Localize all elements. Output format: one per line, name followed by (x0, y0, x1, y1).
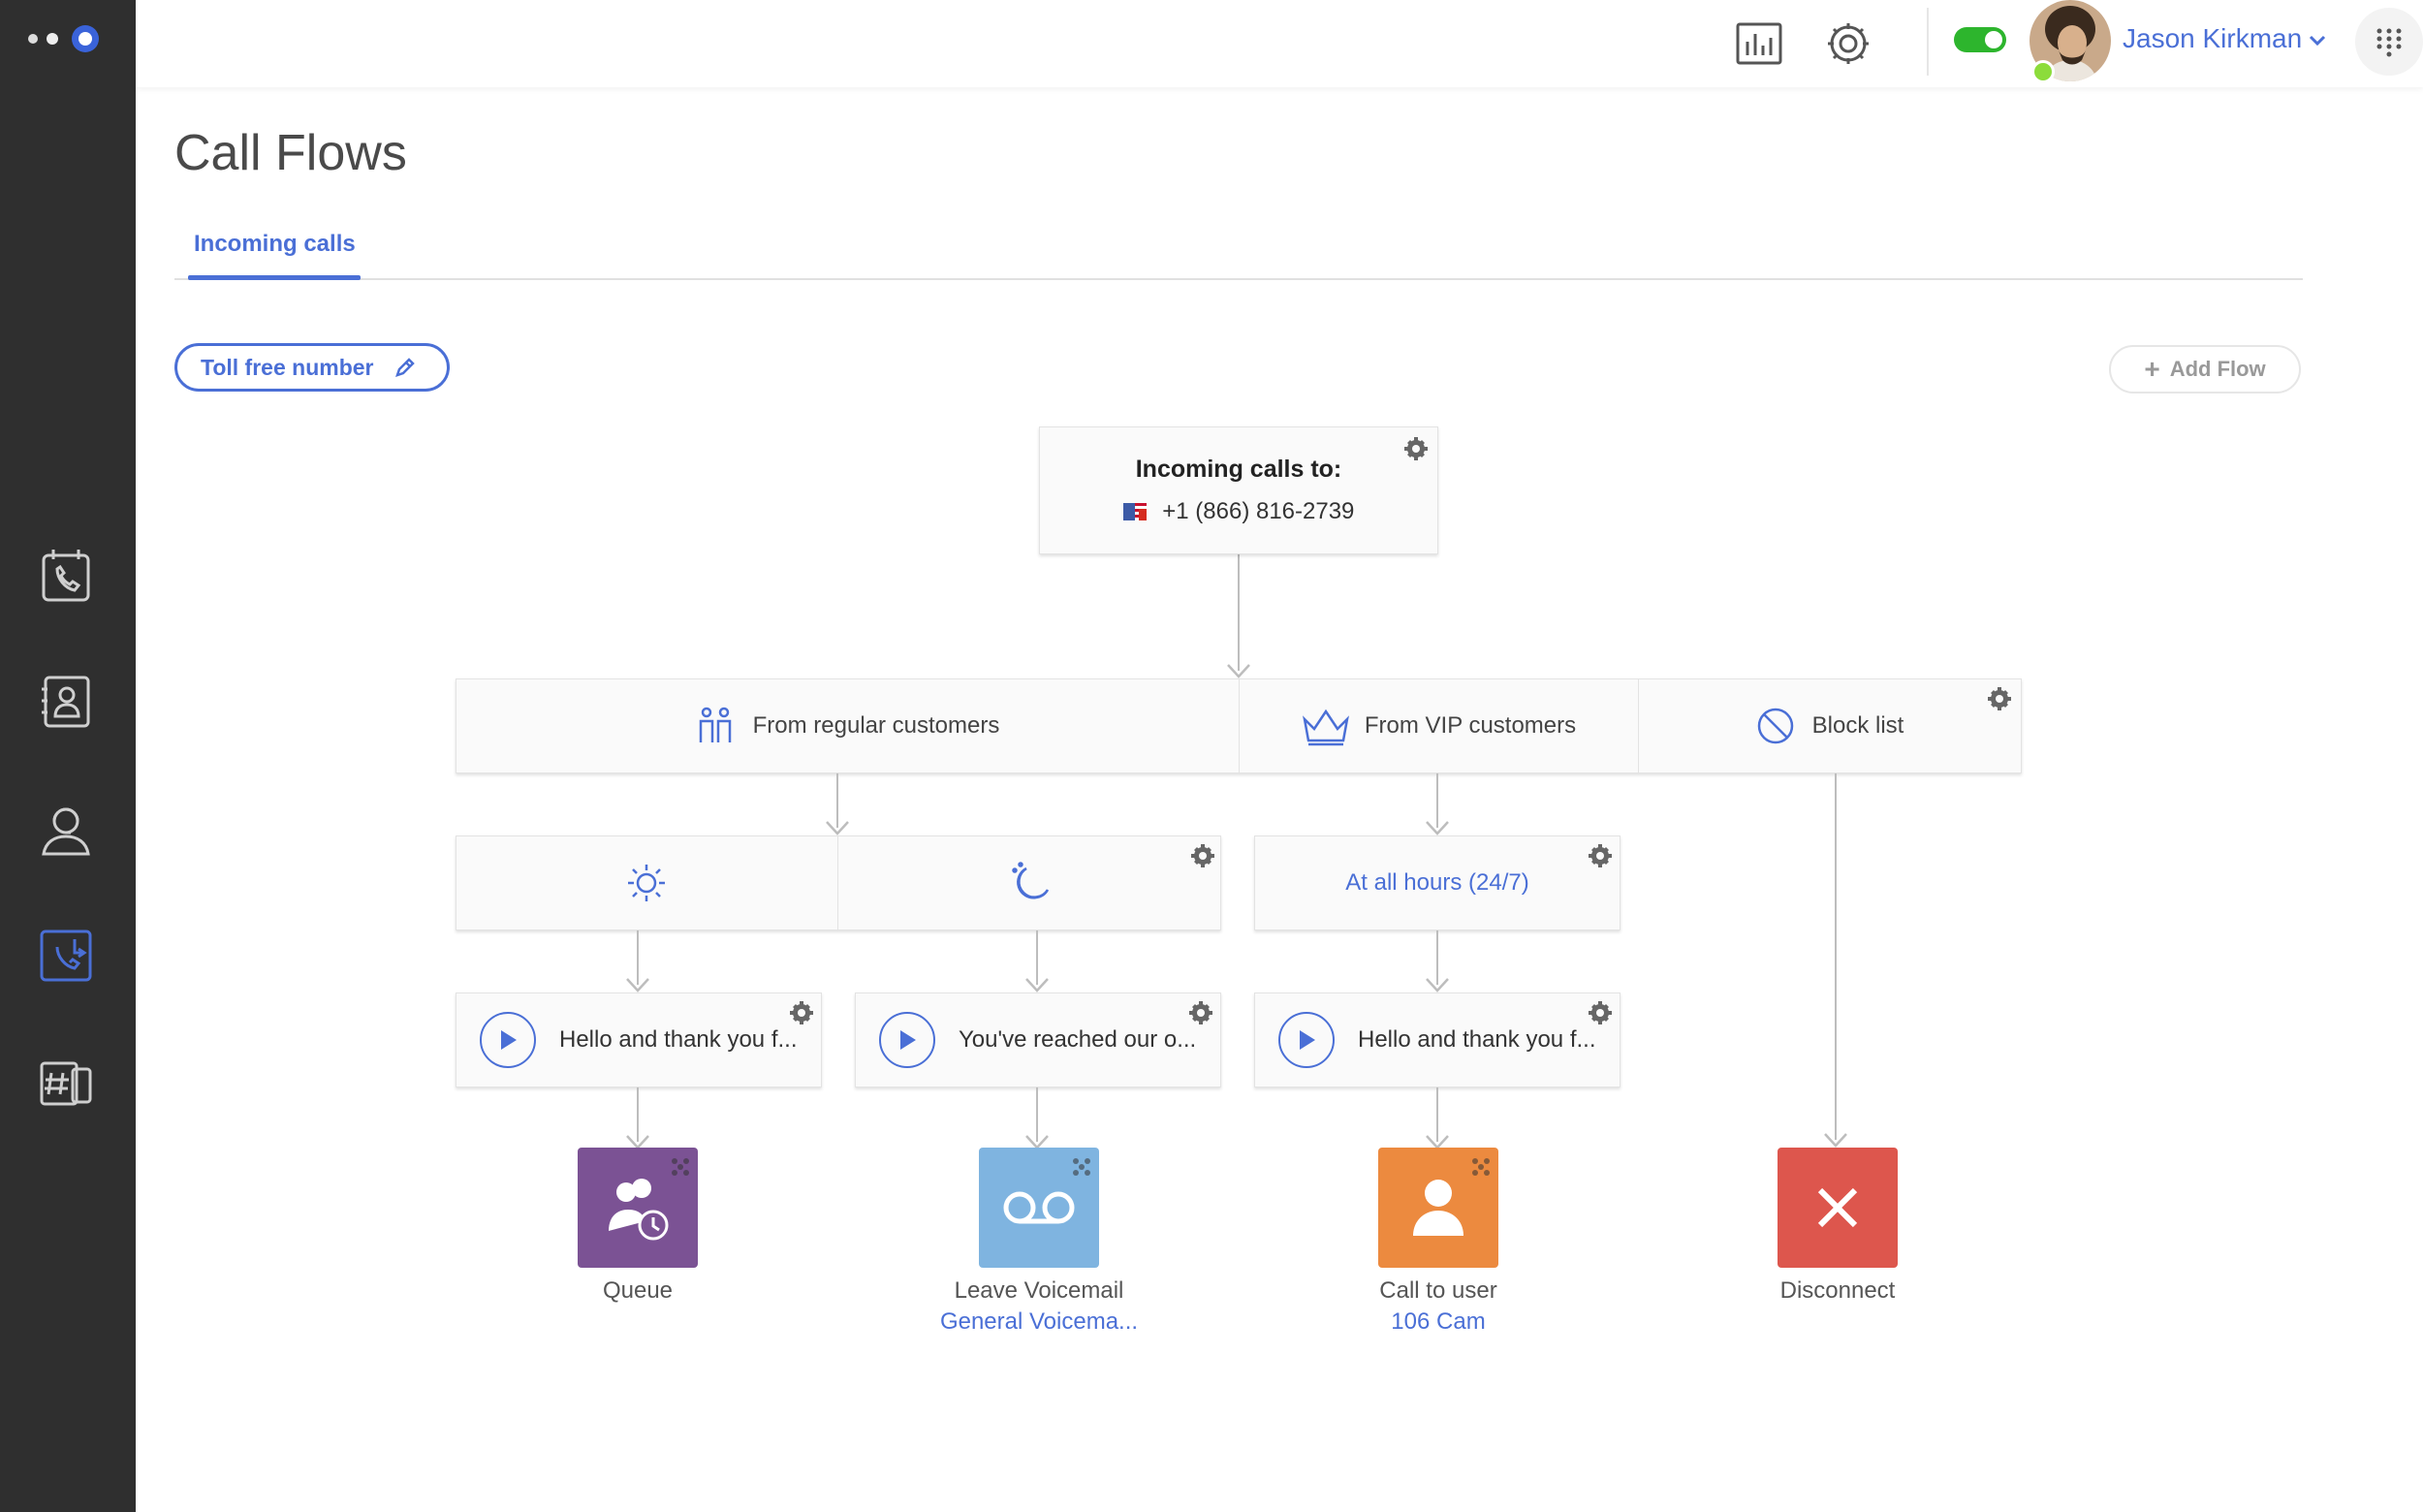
online-status-dot (2031, 60, 2055, 83)
schedule-label: At all hours (24/7) (1345, 869, 1529, 896)
nav-agents-icon[interactable] (29, 793, 103, 866)
analytics-icon[interactable] (1733, 17, 1785, 70)
header-divider (1927, 8, 1929, 76)
arrow-down-icon (626, 978, 649, 992)
arrow-down-icon (1426, 978, 1449, 992)
tab-incoming-calls[interactable]: Incoming calls (194, 231, 356, 258)
incoming-calls-node[interactable] (1039, 426, 1438, 554)
dialpad-icon[interactable] (2355, 8, 2423, 76)
connector-line (1238, 554, 1240, 671)
arrow-down-icon (1227, 664, 1250, 678)
plus-icon: + (2144, 354, 2160, 384)
gear-icon[interactable] (1188, 841, 1217, 870)
nav-contacts-icon[interactable] (29, 665, 103, 739)
arrow-down-icon (1025, 978, 1049, 992)
greeting-message-node[interactable]: Hello and thank you f... (1254, 992, 1621, 1087)
gear-icon[interactable] (1586, 841, 1615, 870)
root-node-number: +1 (866) 816-2739 (1039, 498, 1438, 525)
grip-icon (1472, 1158, 1490, 1176)
queue-icon (609, 1179, 669, 1241)
settings-icon[interactable] (1822, 17, 1874, 70)
disconnect-endpoint[interactable] (1778, 1148, 1898, 1268)
nav-numbers-icon[interactable] (29, 1047, 103, 1120)
message-text: Hello and thank you f... (559, 1026, 798, 1053)
arrow-down-icon (1824, 1133, 1847, 1148)
grip-icon (672, 1158, 689, 1176)
segment-label: Block list (1811, 712, 1904, 739)
flag-icon (1122, 503, 1147, 520)
play-icon (1300, 1030, 1315, 1050)
root-node-title: Incoming calls to: (1135, 456, 1342, 483)
close-icon (1817, 1187, 1858, 1228)
page-title: Call Flows (174, 125, 407, 181)
play-icon (900, 1030, 916, 1050)
connector-line (1835, 773, 1837, 1140)
schedule-all-hours[interactable]: At all hours (24/7) (1254, 835, 1621, 930)
sun-icon (628, 865, 665, 901)
block-icon (1757, 708, 1793, 744)
play-button[interactable] (1278, 1012, 1335, 1068)
people-icon (699, 707, 731, 742)
toll-free-number-label: Toll free number (201, 354, 374, 380)
add-flow-label: Add Flow (2169, 357, 2266, 381)
toll-free-number-button[interactable]: Toll free number (174, 343, 450, 392)
segment-regular-customers[interactable]: From regular customers (456, 678, 1239, 773)
nav-call-flows-icon[interactable] (29, 919, 103, 992)
message-text: You've reached our o... (959, 1026, 1197, 1053)
endpoint-label: Leave Voicemail (954, 1277, 1124, 1304)
segment-label: From VIP customers (1364, 712, 1577, 739)
user-name[interactable]: Jason Kirkman (2123, 23, 2302, 54)
endpoint-label: Call to user (1379, 1277, 1497, 1304)
endpoint-label: Queue (602, 1277, 674, 1304)
grip-icon (1073, 1158, 1090, 1176)
gear-icon[interactable] (1985, 684, 2014, 713)
schedule-daytime[interactable] (456, 835, 837, 930)
sidebar (0, 0, 136, 1512)
nav-call-log-icon[interactable] (29, 539, 103, 613)
endpoint-label: Disconnect (1779, 1277, 1896, 1304)
greeting-message-node[interactable]: Hello and thank you f... (456, 992, 822, 1087)
chevron-down-icon[interactable] (2305, 27, 2330, 52)
message-text: Hello and thank you f... (1358, 1026, 1596, 1053)
user-icon (1413, 1180, 1463, 1236)
segment-block-list[interactable]: Block list (1638, 678, 2022, 773)
segment-vip-customers[interactable]: From VIP customers (1239, 678, 1638, 773)
arrow-down-icon (826, 821, 849, 835)
availability-toggle[interactable] (1954, 27, 2006, 52)
pencil-icon (394, 358, 415, 377)
endpoint-target-link[interactable]: General Voicema... (913, 1308, 1165, 1336)
segment-label: From regular customers (752, 712, 1000, 739)
play-button[interactable] (879, 1012, 935, 1068)
schedule-nighttime[interactable] (837, 835, 1221, 930)
app-logo[interactable] (27, 23, 105, 54)
greeting-message-node[interactable]: You've reached our o... (855, 992, 1221, 1087)
active-tab-indicator (188, 275, 361, 280)
gear-icon[interactable] (1186, 998, 1215, 1027)
play-icon (501, 1030, 517, 1050)
endpoint-target-link[interactable]: 106 Cam (1312, 1308, 1564, 1336)
crown-icon (1302, 709, 1349, 746)
tabs-divider (174, 278, 2303, 280)
arrow-down-icon (1426, 821, 1449, 835)
gear-icon[interactable] (1586, 998, 1615, 1027)
root-node-number-text: +1 (866) 816-2739 (1162, 498, 1355, 524)
toggle-knob (1985, 31, 2002, 48)
play-button[interactable] (480, 1012, 536, 1068)
add-flow-button[interactable]: + Add Flow (2109, 345, 2301, 394)
voicemail-icon (1003, 1191, 1075, 1224)
moon-icon (1012, 862, 1050, 899)
gear-icon[interactable] (787, 998, 816, 1027)
